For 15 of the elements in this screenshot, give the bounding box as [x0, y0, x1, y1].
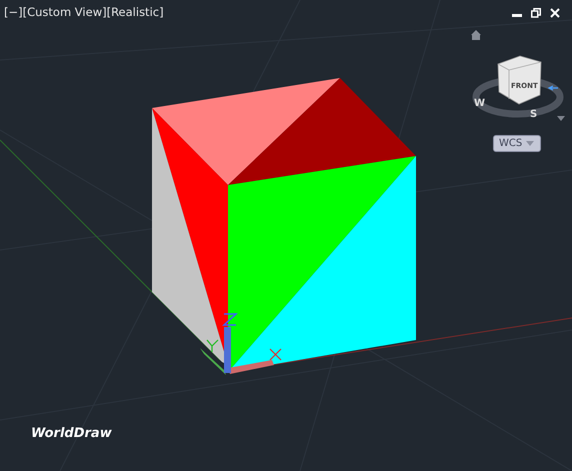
caret-icon [526, 141, 534, 146]
ucs-icon [200, 313, 282, 375]
compass-label[interactable]: S [530, 109, 538, 120]
compass-label[interactable]: W [474, 98, 486, 109]
close-icon[interactable] [550, 8, 560, 18]
restore-icon[interactable] [531, 8, 541, 18]
view-cube[interactable] [498, 56, 542, 104]
viewport-control[interactable]: [−] [4, 5, 23, 19]
viewport-control[interactable]: [Realistic] [106, 5, 164, 19]
home-icon[interactable] [471, 30, 481, 40]
wcs-dropdown[interactable]: WCS [493, 135, 541, 152]
east-arrow-icon[interactable] [548, 85, 559, 91]
caption: WorldDraw [31, 426, 112, 441]
viewport-control[interactable]: [Custom View] [22, 5, 107, 19]
caret-icon[interactable] [557, 116, 565, 121]
